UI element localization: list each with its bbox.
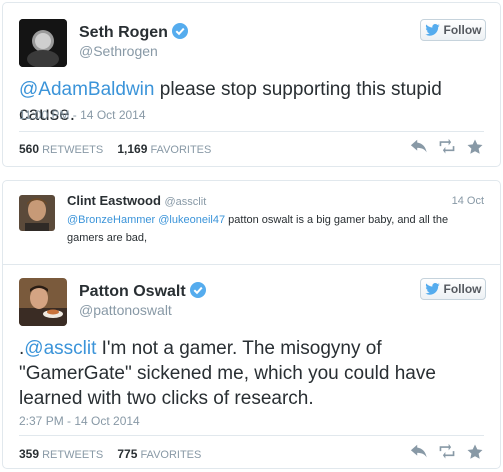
author-name[interactable]: Patton Oswalt bbox=[79, 282, 206, 301]
favorite-star-icon[interactable] bbox=[466, 444, 484, 460]
quoted-text: @BronzeHammer @lukeoneil47 patton oswalt… bbox=[67, 211, 484, 247]
author-name-text: Seth Rogen bbox=[79, 24, 168, 41]
follow-button[interactable]: Follow bbox=[420, 19, 486, 41]
quoted-author-name: Clint Eastwood bbox=[67, 193, 161, 208]
favorites-label[interactable]: FAVORITES bbox=[150, 144, 211, 156]
follow-label: Follow bbox=[443, 23, 482, 37]
favorites-count: 775 bbox=[117, 447, 138, 461]
avatar-patton-oswalt[interactable] bbox=[19, 278, 67, 326]
tweet-text: .@assclit I'm not a gamer. The misogyny … bbox=[19, 336, 486, 411]
favorite-star-icon[interactable] bbox=[466, 139, 484, 155]
author-name[interactable]: Seth Rogen bbox=[79, 23, 188, 42]
quoted-author-handle: @assclit bbox=[164, 196, 207, 208]
divider bbox=[3, 264, 500, 265]
twitter-bird-icon bbox=[424, 283, 440, 295]
tweet-timestamp[interactable]: 2:37 PM - 14 Oct 2014 bbox=[19, 414, 140, 428]
tweet-card-seth-rogen: Seth Rogen @Sethrogen Follow @AdamBaldwi… bbox=[2, 2, 501, 167]
quoted-tweet[interactable]: Clint Eastwood @assclit 14 Oct @BronzeHa… bbox=[19, 193, 486, 249]
retweets-label[interactable]: RETWEETS bbox=[42, 144, 103, 156]
mention-link[interactable]: @AdamBaldwin bbox=[19, 79, 154, 100]
author-handle[interactable]: @pattonoswalt bbox=[79, 302, 172, 318]
reply-icon[interactable] bbox=[410, 444, 428, 460]
tweet-stats: 359 RETWEETS 775 FAVORITES bbox=[19, 447, 201, 461]
quoted-date[interactable]: 14 Oct bbox=[452, 195, 484, 207]
avatar-image bbox=[19, 195, 55, 231]
reply-icon[interactable] bbox=[410, 139, 428, 155]
tweet-actions bbox=[410, 444, 484, 460]
verified-badge-icon bbox=[171, 23, 188, 39]
verified-badge-icon bbox=[189, 282, 206, 298]
follow-label: Follow bbox=[443, 282, 482, 296]
retweets-count: 359 bbox=[19, 447, 40, 461]
favorites-count: 1,169 bbox=[117, 142, 148, 156]
tweet-card-patton-oswalt: Clint Eastwood @assclit 14 Oct @BronzeHa… bbox=[2, 180, 501, 469]
retweets-label[interactable]: RETWEETS bbox=[42, 449, 103, 461]
mention-link[interactable]: @assclit bbox=[24, 338, 96, 359]
retweet-icon[interactable] bbox=[438, 139, 456, 155]
twitter-bird-icon bbox=[424, 24, 440, 36]
avatar-clint-eastwood[interactable] bbox=[19, 195, 55, 231]
tweet-actions bbox=[410, 139, 484, 155]
author-name-text: Patton Oswalt bbox=[79, 283, 186, 300]
retweet-icon[interactable] bbox=[438, 444, 456, 460]
divider bbox=[19, 435, 484, 436]
tweet-stats: 560 RETWEETS 1,169 FAVORITES bbox=[19, 142, 211, 156]
tweet-timestamp[interactable]: 11:00 PM - 14 Oct 2014 bbox=[19, 108, 146, 122]
divider bbox=[19, 131, 484, 132]
favorites-label[interactable]: FAVORITES bbox=[140, 449, 201, 461]
avatar-image bbox=[19, 19, 67, 67]
follow-button[interactable]: Follow bbox=[420, 278, 486, 300]
avatar-image bbox=[19, 278, 67, 326]
retweets-count: 560 bbox=[19, 142, 40, 156]
mention-link[interactable]: @BronzeHammer bbox=[67, 214, 155, 226]
quoted-author[interactable]: Clint Eastwood @assclit bbox=[67, 193, 206, 208]
avatar-seth-rogen[interactable] bbox=[19, 19, 67, 67]
mention-link[interactable]: @lukeoneil47 bbox=[158, 214, 225, 226]
author-handle[interactable]: @Sethrogen bbox=[79, 43, 158, 59]
